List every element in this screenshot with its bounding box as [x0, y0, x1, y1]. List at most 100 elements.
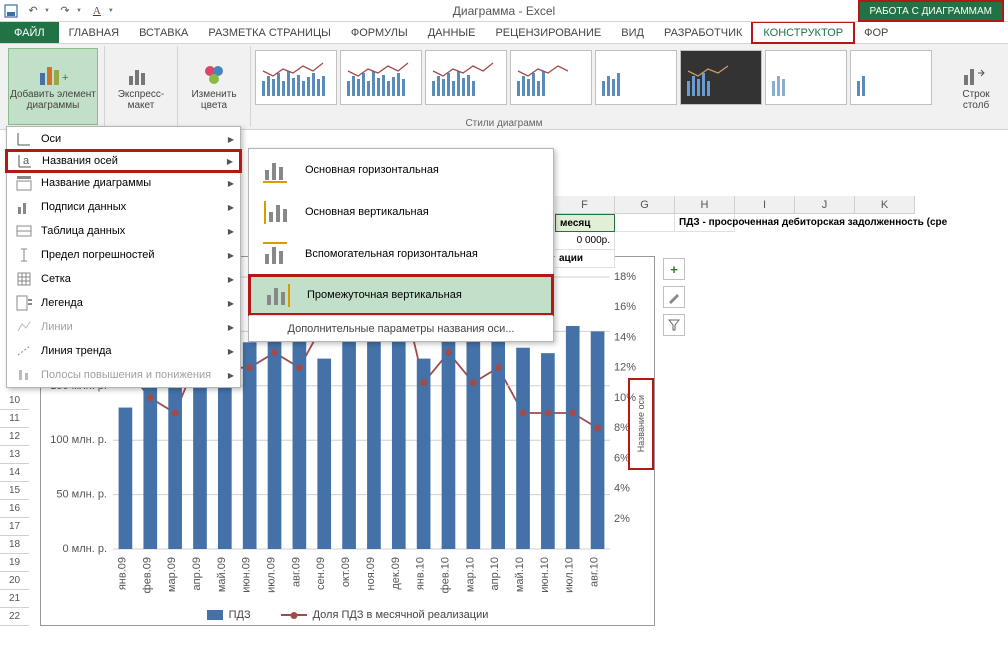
legend-line-icon	[281, 614, 307, 616]
tab-developer[interactable]: РАЗРАБОТЧИК	[654, 22, 752, 43]
svg-text:сен.09: сен.09	[315, 557, 327, 590]
svg-text:фев.10: фев.10	[439, 557, 451, 593]
ribbon: + Добавить элемент диаграммы Экспресс-ма…	[0, 44, 1008, 130]
tab-home[interactable]: ГЛАВНАЯ	[59, 22, 129, 43]
chart-style-thumb[interactable]	[510, 50, 592, 105]
chart-tools-context: РАБОТА С ДИАГРАММАМ	[858, 0, 1005, 22]
menu-gridlines[interactable]: Сетка▶	[7, 267, 240, 291]
svg-text:июн.09: июн.09	[241, 557, 253, 593]
submenu-secondary-horizontal[interactable]: Вспомогательная горизонтальная	[249, 233, 553, 275]
chart-style-thumb[interactable]	[425, 50, 507, 105]
ribbon-tabs: ФАЙЛ ГЛАВНАЯ ВСТАВКА РАЗМЕТКА СТРАНИЦЫ Ф…	[0, 22, 1008, 44]
svg-text:мар.10: мар.10	[464, 557, 476, 592]
tab-view[interactable]: ВИД	[611, 22, 654, 43]
menu-error-bars[interactable]: Предел погрешностей▶	[7, 243, 240, 267]
menu-axis-titles[interactable]: aНазвания осей▶	[5, 149, 242, 173]
title-bar: ↶▼ ↷▼ A▼ Диаграмма - Excel РАБОТА С ДИАГ…	[0, 0, 1008, 22]
col-header[interactable]: J	[795, 196, 855, 214]
svg-text:июл.09: июл.09	[266, 557, 278, 593]
chart-styles-button[interactable]	[663, 286, 685, 308]
svg-text:мар.09: мар.09	[166, 557, 178, 592]
tab-data[interactable]: ДАННЫЕ	[418, 22, 486, 43]
col-header[interactable]: H	[675, 196, 735, 214]
change-colors-button[interactable]: Изменить цвета	[184, 48, 244, 125]
styles-group-label: Стили диаграмм	[465, 118, 542, 129]
cell[interactable]: 0 000р.	[555, 232, 615, 250]
legend-box-icon	[207, 610, 223, 620]
add-chart-element-button[interactable]: + Добавить элемент диаграммы	[8, 48, 98, 125]
tab-formulas[interactable]: ФОРМУЛЫ	[341, 22, 418, 43]
menu-trendline[interactable]: Линия тренда▶	[7, 339, 240, 363]
svg-text:янв.09: янв.09	[116, 557, 128, 590]
tab-insert[interactable]: ВСТАВКА	[129, 22, 198, 43]
chart-style-thumb[interactable]	[340, 50, 422, 105]
tab-file[interactable]: ФАЙЛ	[0, 22, 59, 43]
secondary-axis-title[interactable]: Название оси	[628, 378, 654, 470]
cell[interactable]: ПДЗ - просроченная дебиторская задолженн…	[675, 214, 735, 232]
menu-chart-title[interactable]: Название диаграммы▶	[7, 171, 240, 195]
svg-text:авг.09: авг.09	[290, 557, 302, 587]
col-header[interactable]: F	[555, 196, 615, 214]
submenu-primary-horizontal[interactable]: Основная горизонтальная	[249, 149, 553, 191]
chart-style-thumb[interactable]	[680, 50, 762, 105]
chart-styles-gallery[interactable]: Стили диаграмм	[251, 46, 946, 127]
cell[interactable]: месяц	[555, 214, 615, 232]
menu-updown-bars[interactable]: Полосы повышения и понижения▶	[7, 363, 240, 387]
svg-text:фев.09: фев.09	[141, 557, 153, 593]
quick-layout-button[interactable]: Экспресс-макет	[111, 48, 171, 125]
svg-text:14%: 14%	[614, 331, 636, 343]
chart-style-thumb[interactable]	[850, 50, 932, 105]
svg-text:май.09: май.09	[216, 557, 228, 592]
undo-icon[interactable]: ↶	[26, 4, 40, 18]
svg-text:4%: 4%	[614, 483, 630, 495]
svg-text:16%: 16%	[614, 301, 636, 313]
tab-review[interactable]: РЕЦЕНЗИРОВАНИЕ	[485, 22, 611, 43]
svg-text:июн.10: июн.10	[539, 557, 551, 593]
tab-format[interactable]: ФОР	[854, 22, 898, 43]
menu-data-labels[interactable]: Подписи данных▶	[7, 195, 240, 219]
submenu-primary-vertical[interactable]: Основная вертикальная	[249, 191, 553, 233]
redo-icon[interactable]: ↷	[58, 4, 72, 18]
col-header[interactable]: K	[855, 196, 915, 214]
submenu-more-options[interactable]: Дополнительные параметры названия оси...	[249, 315, 553, 341]
cells-area: месяц ПДЗ - просроченная дебиторская зад…	[555, 214, 735, 268]
svg-text:100 млн. р.: 100 млн. р.	[50, 434, 107, 446]
quick-access-toolbar: ↶▼ ↷▼ A▼	[4, 4, 114, 18]
svg-text:50 млн. р.: 50 млн. р.	[56, 489, 107, 501]
svg-text:апр.10: апр.10	[489, 557, 501, 590]
chart-style-thumb[interactable]	[595, 50, 677, 105]
menu-axes[interactable]: Оси▶	[7, 127, 240, 151]
svg-text:июл.10: июл.10	[564, 557, 576, 593]
svg-text:18%: 18%	[614, 271, 636, 283]
save-icon[interactable]	[4, 4, 18, 18]
svg-text:авг.10: авг.10	[589, 557, 601, 587]
svg-text:a: a	[23, 155, 30, 167]
menu-legend[interactable]: Легенда▶	[7, 291, 240, 315]
chart-side-buttons: +	[663, 258, 687, 336]
svg-text:+: +	[62, 72, 68, 84]
svg-text:май.10: май.10	[514, 557, 526, 592]
svg-text:2%: 2%	[614, 513, 630, 525]
axis-titles-submenu: Основная горизонтальная Основная вертика…	[248, 148, 554, 342]
chart-style-thumb[interactable]	[255, 50, 337, 105]
menu-lines[interactable]: Линии▶	[7, 315, 240, 339]
submenu-secondary-vertical[interactable]: Промежуточная вертикальная	[248, 274, 554, 316]
row-headers: 10 11 12 13 14 15 16 17 18 19 20 21 22	[0, 392, 29, 626]
svg-text:0 млн. р.: 0 млн. р.	[62, 543, 107, 555]
svg-text:дек.09: дек.09	[390, 557, 402, 590]
svg-text:12%: 12%	[614, 362, 636, 374]
chart-element-dropdown: Оси▶ aНазвания осей▶ Название диаграммы▶…	[6, 126, 241, 388]
chart-style-thumb[interactable]	[765, 50, 847, 105]
cell[interactable]: ации	[555, 250, 615, 268]
col-header[interactable]: I	[735, 196, 795, 214]
svg-text:янв.10: янв.10	[415, 557, 427, 590]
tab-page-layout[interactable]: РАЗМЕТКА СТРАНИЦЫ	[198, 22, 340, 43]
svg-text:окт.09: окт.09	[340, 557, 352, 587]
chart-legend: ПДЗ Доля ПДЗ в месячной реализации	[41, 609, 654, 621]
switch-row-col-button[interactable]: Строк столб	[952, 48, 1000, 125]
font-color-icon[interactable]: A	[90, 4, 104, 18]
tab-design[interactable]: КОНСТРУКТОР	[751, 21, 855, 44]
col-header[interactable]: G	[615, 196, 675, 214]
menu-data-table[interactable]: Таблица данных▶	[7, 219, 240, 243]
chart-filter-button[interactable]	[663, 314, 685, 336]
